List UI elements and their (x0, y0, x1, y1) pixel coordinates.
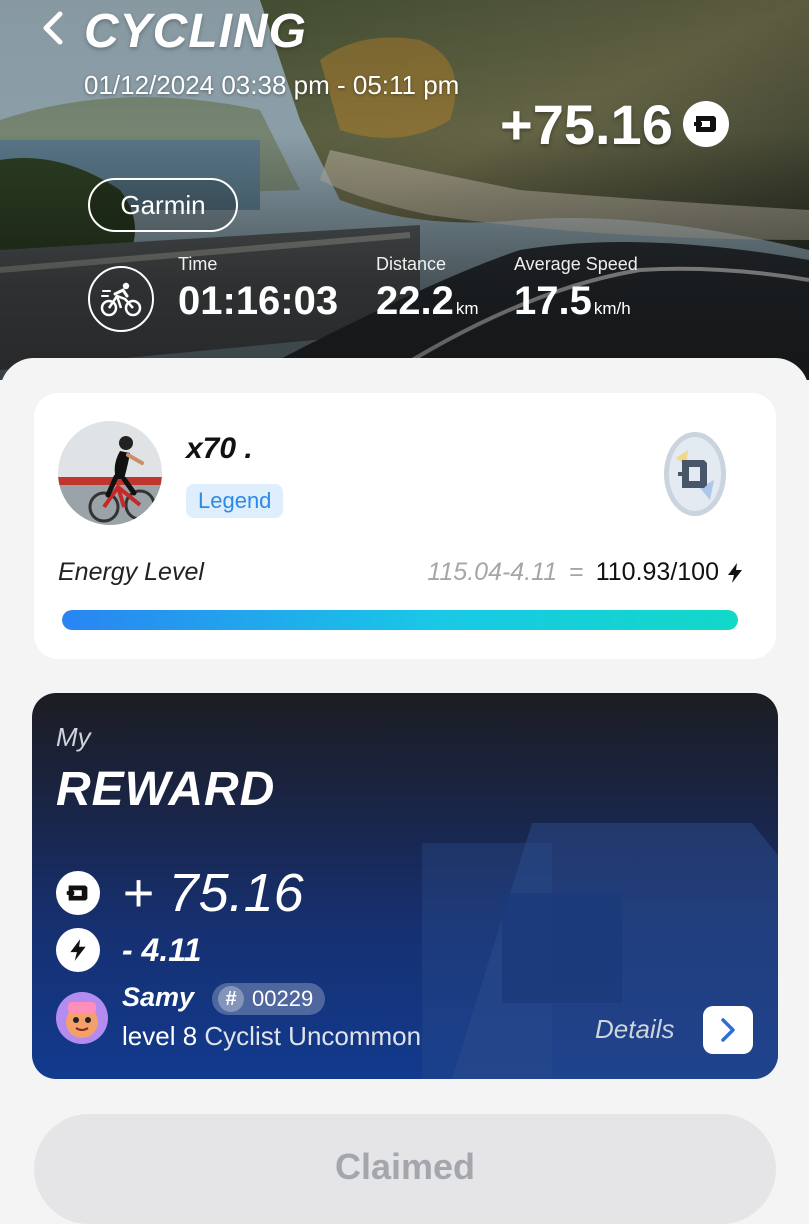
stat-value: 01:16:03 (178, 279, 339, 323)
token-coin-icon (662, 430, 728, 518)
details-button[interactable] (703, 1006, 753, 1054)
energy-level-label: Energy Level (58, 558, 204, 586)
energy-equals: = (569, 558, 584, 586)
nft-id-badge: # 00229 (212, 983, 326, 1015)
details-link[interactable]: Details (595, 1014, 674, 1045)
energy-progress-bar (62, 610, 738, 630)
lightning-icon (728, 562, 742, 583)
page-title: CYCLING (84, 5, 307, 58)
nft-id: 00229 (252, 986, 314, 1011)
reward-gain-row: + 75.16 (56, 862, 304, 924)
energy-progress-fill (62, 610, 738, 630)
energy-formula: 115.04-4.11 = 110.93/100 (427, 558, 745, 587)
data-source-badge: Garmin (88, 178, 238, 232)
username: x70 . (186, 432, 253, 465)
nft-rarity: Cyclist Uncommon (204, 1021, 422, 1051)
stat-value: 17.5 (514, 279, 592, 323)
lightning-icon (56, 928, 100, 972)
stat-distance: Distance 22.2 km (376, 254, 479, 324)
claimed-button[interactable]: Claimed (34, 1114, 776, 1224)
stat-unit: km (455, 299, 479, 318)
stat-value: 22.2 (376, 279, 454, 323)
energy-result: 110.93/100 (595, 558, 719, 586)
chevron-left-icon (43, 11, 63, 45)
reward-subtitle: My (56, 722, 91, 752)
reward-title: REWARD (56, 763, 276, 816)
hash-icon: # (218, 986, 244, 1012)
earned-amount: +75.16 (500, 92, 673, 156)
earned-total: +75.16 (500, 92, 729, 156)
token-icon (682, 101, 729, 147)
stat-time: Time 01:16:03 (178, 254, 338, 324)
stat-label: Distance (376, 254, 447, 274)
cyclist-icon (88, 266, 154, 332)
activity-datetime: 01/12/2024 03:38 pm - 05:11 pm (84, 70, 460, 100)
nft-avatar[interactable] (56, 992, 108, 1044)
reward-energy-row: - 4.11 (56, 928, 201, 972)
rank-badge: Legend (186, 484, 284, 518)
reward-gain-amount: + 75.16 (122, 863, 304, 923)
stat-label: Time (178, 254, 218, 274)
back-button[interactable] (36, 8, 72, 48)
reward-energy-cost: - 4.11 (122, 931, 202, 968)
stat-average-speed: Average Speed 17.5 km/h (514, 254, 638, 324)
nft-name: Samy (122, 982, 195, 1012)
energy-calc: 115.04-4.11 (427, 558, 558, 586)
stat-label: Average Speed (514, 254, 638, 274)
stat-unit: km/h (593, 299, 631, 318)
token-icon (56, 871, 100, 915)
chevron-right-icon (721, 1018, 735, 1042)
nft-level: level 8 Cyclist Uncommon (122, 1021, 421, 1052)
avatar[interactable] (58, 421, 162, 525)
nft-level-number: level 8 (122, 1021, 198, 1051)
claimed-button-label: Claimed (334, 1146, 476, 1187)
